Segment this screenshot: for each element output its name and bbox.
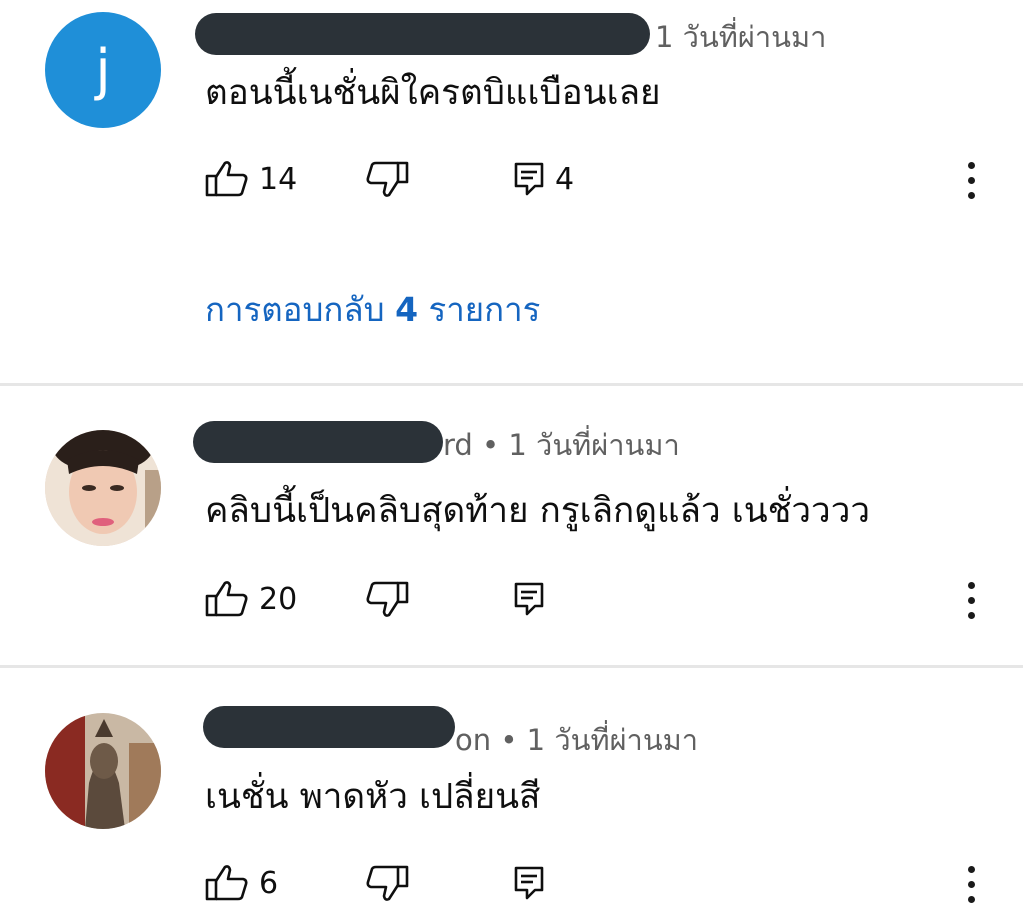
more-vert-icon[interactable] — [962, 864, 982, 906]
redacted-author-name — [193, 421, 443, 463]
reply-button[interactable]: 4 — [513, 160, 574, 198]
reply-icon — [514, 582, 544, 616]
like-count: 14 — [259, 161, 298, 197]
reply-button[interactable] — [513, 864, 545, 902]
thumb-up-icon — [205, 865, 248, 901]
thumb-up-icon — [205, 161, 248, 197]
avatar[interactable]: j — [45, 12, 161, 128]
more-vert-icon[interactable] — [962, 160, 982, 202]
profile-photo — [45, 430, 161, 546]
comment-item: on • 1 วันที่ผ่านมา เนชั่น พาดหัว เปลี่ย… — [0, 668, 1023, 915]
reply-button[interactable] — [513, 580, 545, 618]
dislike-button[interactable] — [365, 160, 409, 198]
more-vert-icon[interactable] — [962, 580, 982, 622]
comment-text: คลิบนี้เป็นคลิบสุดท้าย กรูเลิกดูแล้ว เนช… — [205, 491, 870, 531]
like-count: 6 — [259, 865, 279, 901]
thumb-down-icon — [366, 865, 409, 901]
like-count: 20 — [259, 581, 298, 617]
comment-meta: on • 1 วันที่ผ่านมา — [455, 723, 699, 757]
reply-count: 4 — [555, 161, 575, 197]
thumb-down-icon — [366, 161, 409, 197]
comment-text: ตอนนี้เนชั่นผิใครตบิแเบือนเลย — [205, 73, 661, 113]
dislike-button[interactable] — [365, 580, 409, 618]
comment-meta: rd • 1 วันที่ผ่านมา — [443, 428, 680, 462]
redacted-author-name — [203, 706, 455, 748]
reply-icon — [514, 866, 544, 900]
view-replies-link[interactable]: การตอบกลับ 4 รายการ — [205, 283, 540, 336]
avatar[interactable] — [45, 430, 161, 546]
avatar[interactable] — [45, 713, 161, 829]
like-button[interactable]: 20 — [205, 580, 297, 618]
comment-time: 1 วันที่ผ่านมา — [655, 20, 827, 54]
thumb-up-icon — [205, 581, 248, 617]
profile-photo — [45, 713, 161, 829]
like-button[interactable]: 6 — [205, 864, 278, 902]
reply-icon — [514, 162, 544, 196]
thumb-down-icon — [366, 581, 409, 617]
dislike-button[interactable] — [365, 864, 409, 902]
comment-item: rd • 1 วันที่ผ่านมา คลิบนี้เป็นคลิบสุดท้… — [0, 386, 1023, 666]
comment-item: j 1 วันที่ผ่านมา ตอนนี้เนชั่นผิใครตบิแเบ… — [0, 0, 1023, 383]
comment-text: เนชั่น พาดหัว เปลี่ยนสี — [205, 777, 541, 817]
like-button[interactable]: 14 — [205, 160, 297, 198]
redacted-author-name — [195, 13, 650, 55]
